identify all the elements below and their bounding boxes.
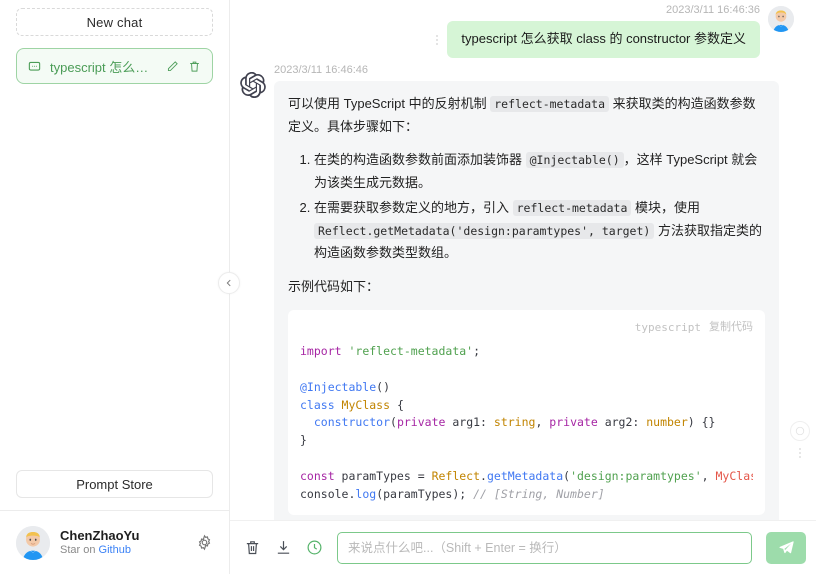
- message-assistant: 2023/3/11 16:46:46 可以使用 TypeScript 中的反射机…: [240, 64, 794, 520]
- more-options-handle[interactable]: [799, 448, 801, 458]
- code-language-label: typescript: [634, 320, 701, 334]
- avatar: [16, 525, 50, 560]
- sidebar-collapse-button[interactable]: [218, 272, 240, 294]
- user-subtitle: Star on Github: [60, 544, 186, 558]
- edit-icon[interactable]: [166, 60, 179, 73]
- chevron-left-icon: [224, 278, 234, 288]
- message-user-bubble: typescript 怎么获取 class 的 constructor 参数定义: [447, 21, 760, 58]
- assistant-intro-paragraph: 可以使用 TypeScript 中的反射机制 reflect-metadata …: [288, 93, 765, 139]
- scroll-to-bottom-button[interactable]: [790, 421, 810, 441]
- inline-code: reflect-metadata: [490, 95, 610, 112]
- sidebar: New chat typescript 怎么获... Prompt Store …: [0, 0, 240, 574]
- user-meta: ChenZhaoYu Star on Github: [60, 528, 186, 558]
- code-block: typescript 复制代码 import 'reflect-metadata…: [288, 309, 765, 516]
- intro-text-a: 可以使用 TypeScript 中的反射机制: [288, 95, 491, 111]
- sidebar-bottom: Prompt Store: [0, 470, 229, 498]
- copy-code-button[interactable]: 复制代码: [709, 318, 753, 337]
- github-link[interactable]: Github: [99, 544, 131, 556]
- composer-input-wrap: [337, 531, 752, 564]
- message-assistant-column: 2023/3/11 16:46:46 可以使用 TypeScript 中的反射机…: [274, 64, 779, 520]
- clock-icon[interactable]: [306, 539, 323, 556]
- inline-code: Reflect.getMetadata('design:paramtypes',…: [314, 222, 655, 239]
- new-chat-label: New chat: [86, 14, 143, 30]
- step-text-a: 在需要获取参数定义的地方，引入: [314, 199, 513, 215]
- chat-main: 2023/3/11 16:46:36 typescript 怎么获取 class…: [230, 0, 816, 574]
- user-avatar: [768, 6, 794, 32]
- delete-icon[interactable]: [188, 60, 201, 73]
- download-icon[interactable]: [275, 539, 292, 556]
- message-user-column: 2023/3/11 16:46:36 typescript 怎么获取 class…: [433, 4, 760, 58]
- step-text-a: 在类的构造函数参数前面添加装饰器: [314, 152, 526, 168]
- list-item: 在类的构造函数参数前面添加装饰器 @Injectable()，这样 TypeSc…: [314, 149, 765, 195]
- message-list: 2023/3/11 16:46:36 typescript 怎么获取 class…: [230, 0, 816, 520]
- user-sub-prefix: Star on: [60, 543, 99, 556]
- composer-bar: [230, 520, 816, 574]
- chat-list-item-title: typescript 怎么获...: [50, 59, 157, 75]
- avatar-illustration-icon: [768, 6, 794, 32]
- assistant-example-label: 示例代码如下：: [288, 279, 380, 295]
- send-button[interactable]: [766, 531, 806, 564]
- message-drag-handle[interactable]: [433, 21, 441, 45]
- message-timestamp: 2023/3/11 16:46:46: [274, 63, 368, 76]
- circle-icon: [795, 426, 805, 436]
- chat-list-item[interactable]: typescript 怎么获...: [16, 48, 213, 84]
- message-user: 2023/3/11 16:46:36 typescript 怎么获取 class…: [240, 4, 794, 58]
- message-assistant-bubble: 可以使用 TypeScript 中的反射机制 reflect-metadata …: [274, 80, 779, 520]
- avatar-illustration-icon: [16, 525, 50, 560]
- message-timestamp: 2023/3/11 16:46:36: [666, 4, 760, 16]
- gear-icon[interactable]: [196, 534, 213, 551]
- inline-code: @Injectable(): [525, 152, 624, 169]
- code-block-header: typescript 复制代码: [300, 318, 753, 337]
- prompt-store-button[interactable]: Prompt Store: [16, 470, 213, 498]
- inline-code: reflect-metadata: [512, 199, 632, 216]
- prompt-store-label: Prompt Store: [76, 476, 153, 492]
- user-name: ChenZhaoYu: [60, 527, 140, 543]
- step-text-b: 模块，使用: [631, 199, 701, 215]
- sidebar-top: New chat: [0, 0, 229, 36]
- chatgpt-web-app: New chat typescript 怎么获... Prompt Store …: [0, 0, 816, 574]
- assistant-steps-list: 在类的构造函数参数前面添加装饰器 @Injectable()，这样 TypeSc…: [288, 149, 765, 265]
- floating-controls: [790, 421, 810, 458]
- message-input[interactable]: [337, 531, 752, 564]
- openai-logo-icon: [240, 71, 266, 98]
- trash-icon[interactable]: [244, 539, 261, 556]
- chat-bubble-icon: [28, 60, 41, 73]
- message-user-row: typescript 怎么获取 class 的 constructor 参数定义: [433, 21, 760, 58]
- new-chat-button[interactable]: New chat: [16, 8, 213, 36]
- list-item: 在需要获取参数定义的地方，引入 reflect-metadata 模块，使用 R…: [314, 197, 765, 265]
- sidebar-user-block: ChenZhaoYu Star on Github: [0, 510, 229, 574]
- code-block-body: import 'reflect-metadata'; @Injectable()…: [300, 344, 753, 501]
- chat-list: typescript 怎么获...: [0, 36, 229, 470]
- send-plane-icon: [778, 539, 795, 556]
